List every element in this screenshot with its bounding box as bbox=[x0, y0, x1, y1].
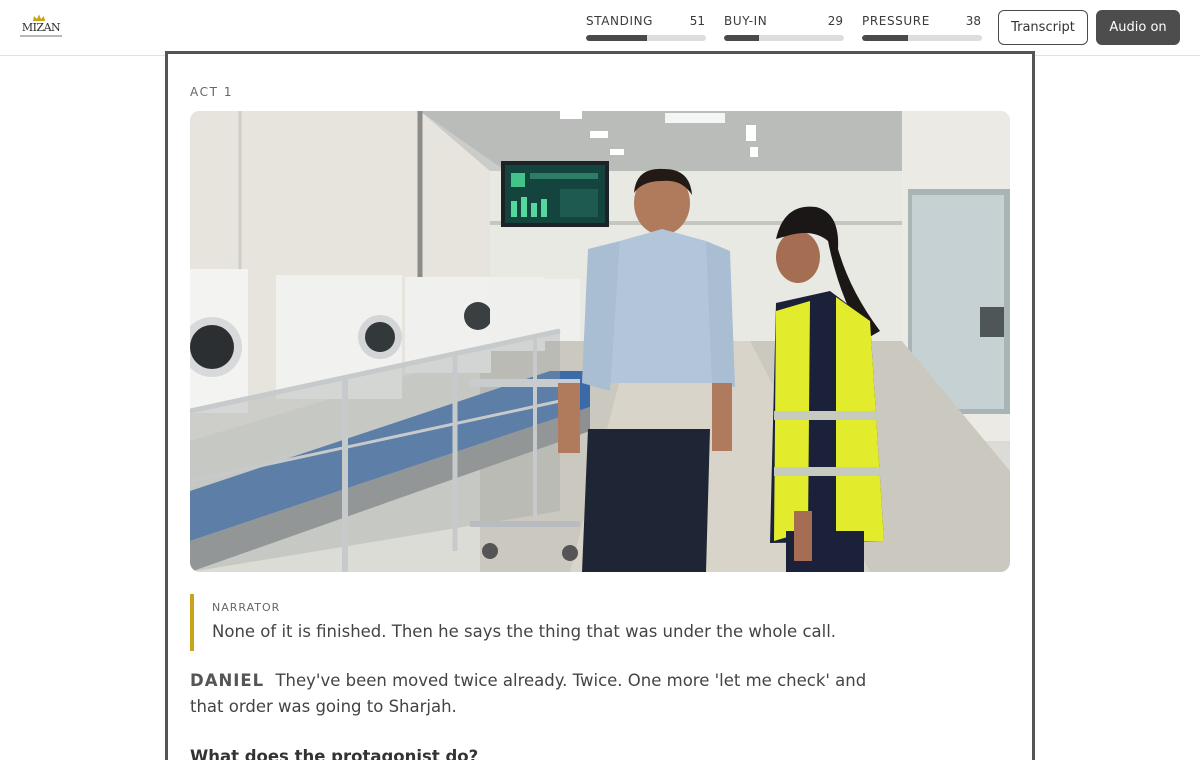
meter-buy-in: BUY-IN 29 bbox=[724, 14, 844, 42]
meter-value: 29 bbox=[827, 14, 843, 28]
act-label: ACT 1 bbox=[190, 85, 234, 99]
narrator-block: NARRATOR None of it is finished. Then he… bbox=[190, 594, 890, 651]
meter-fill bbox=[724, 35, 759, 41]
logo-wordmark: MIZAN bbox=[21, 21, 61, 34]
meter-pressure: PRESSURE 38 bbox=[862, 14, 982, 42]
meter-fill bbox=[586, 35, 648, 41]
choice-prompt: What does the protagonist do? bbox=[190, 747, 479, 760]
meter-track bbox=[724, 35, 844, 41]
dialogue-speaker: DANIEL bbox=[190, 671, 265, 690]
top-bar: MIZAN STANDING 51 BUY-IN 29 PRESSURE 38 … bbox=[0, 0, 1200, 56]
logo-tagline bbox=[20, 35, 62, 37]
narrator-label: NARRATOR bbox=[212, 601, 281, 614]
story-card: ACT 1 NARRATOR None of it is finished. T… bbox=[165, 51, 1035, 760]
meter-track bbox=[586, 35, 706, 41]
meter-fill bbox=[862, 35, 908, 41]
meter-track bbox=[862, 35, 982, 41]
meter-label: PRESSURE bbox=[862, 14, 930, 28]
meter-label: BUY-IN bbox=[724, 14, 768, 28]
brand-logo[interactable]: MIZAN bbox=[18, 14, 64, 42]
meter-label: STANDING bbox=[586, 14, 654, 28]
meter-value: 38 bbox=[965, 14, 981, 28]
factory-scene-illustration bbox=[190, 111, 1010, 572]
meter-standing: STANDING 51 bbox=[586, 14, 706, 42]
transcript-button[interactable]: Transcript bbox=[998, 10, 1088, 45]
dialogue-text: They've been moved twice already. Twice.… bbox=[190, 671, 867, 716]
meter-value: 51 bbox=[689, 14, 705, 28]
narrator-text: None of it is finished. Then he says the… bbox=[212, 622, 837, 641]
scene-image bbox=[190, 111, 1010, 572]
dialogue-block: DANIEL They've been moved twice already.… bbox=[190, 668, 870, 720]
audio-toggle-button[interactable]: Audio on bbox=[1096, 10, 1180, 45]
